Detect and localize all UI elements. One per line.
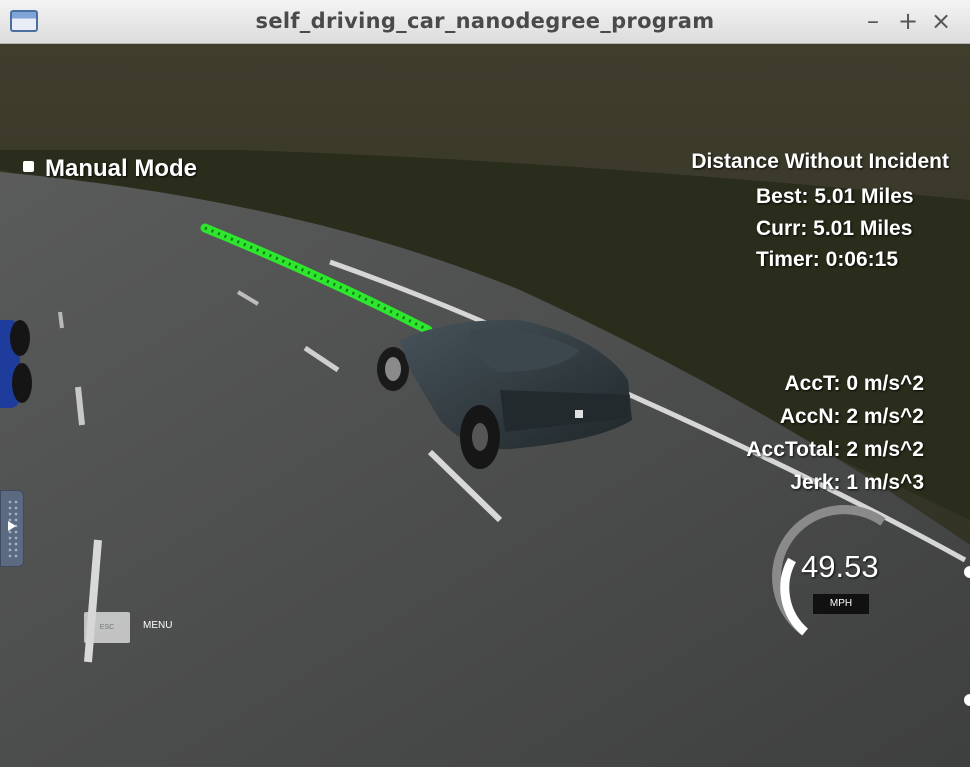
close-button[interactable]: × <box>928 6 954 36</box>
acc-normal: AccN: 2 m/s^2 <box>779 405 924 428</box>
window-title: self_driving_car_nanodegree_program <box>255 9 715 33</box>
lane-dash <box>58 311 64 329</box>
jerk: Jerk: 1 m/s^3 <box>790 471 924 494</box>
title-bar[interactable]: self_driving_car_nanodegree_program – + … <box>0 0 970 44</box>
maximize-button[interactable]: + <box>895 6 921 36</box>
esc-button[interactable]: ESC <box>84 612 130 643</box>
acc-total: AccTotal: 2 m/s^2 <box>746 438 924 461</box>
mode-toggle[interactable] <box>23 161 34 172</box>
lane-dash <box>75 386 85 426</box>
mode-label: Manual Mode <box>45 155 198 182</box>
speed-value: 49.53 <box>801 549 879 584</box>
distance-title: Distance Without Incident <box>691 150 949 173</box>
distance-current: Curr: 5.01 Miles <box>756 217 913 240</box>
simulator-window: self_driving_car_nanodegree_program – + … <box>0 0 970 767</box>
minimize-button[interactable]: – <box>860 6 886 36</box>
side-panel-handle[interactable] <box>0 490 24 567</box>
play-icon <box>8 521 16 531</box>
menu-label: MENU <box>143 620 173 631</box>
acc-tangential: AccT: 0 m/s^2 <box>784 372 925 395</box>
timer: Timer: 0:06:15 <box>756 248 899 271</box>
speed-unit: MPH <box>813 594 869 614</box>
distance-best: Best: 5.01 Miles <box>756 185 914 208</box>
